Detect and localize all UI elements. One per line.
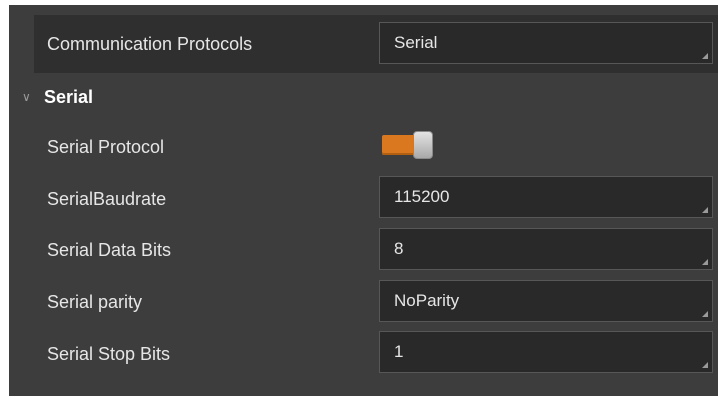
serial-stop-bits-select[interactable]: 1 bbox=[379, 331, 713, 373]
serial-baudrate-label: SerialBaudrate bbox=[47, 189, 167, 209]
serial-parity-select[interactable]: NoParity bbox=[379, 280, 713, 322]
chevron-down-icon: ∨ bbox=[22, 90, 31, 104]
serial-section-header[interactable]: ∨ Serial bbox=[22, 87, 93, 107]
serial-baudrate-input[interactable]: 115200 bbox=[379, 176, 713, 218]
serial-parity-value: NoParity bbox=[394, 291, 460, 310]
communication-protocols-label: Communication Protocols bbox=[47, 34, 253, 54]
dropdown-grip-icon bbox=[702, 362, 708, 368]
resize-grip-icon bbox=[702, 259, 708, 265]
serial-stop-bits-label: Serial Stop Bits bbox=[47, 344, 171, 364]
serial-data-bits-input[interactable]: 8 bbox=[379, 228, 713, 270]
communication-protocols-value: Serial bbox=[394, 33, 438, 52]
dropdown-grip-icon bbox=[702, 53, 708, 59]
toggle-knob bbox=[413, 131, 433, 159]
serial-stop-bits-value: 1 bbox=[394, 342, 404, 361]
communication-protocols-select[interactable]: Serial bbox=[379, 22, 713, 64]
serial-parity-label: Serial parity bbox=[47, 292, 143, 312]
dropdown-grip-icon bbox=[702, 311, 708, 317]
serial-protocol-label: Serial Protocol bbox=[47, 137, 165, 157]
serial-protocol-toggle[interactable] bbox=[382, 130, 434, 160]
serial-section-title: Serial bbox=[44, 87, 94, 107]
serial-data-bits-value: 8 bbox=[394, 239, 404, 258]
serial-data-bits-label: Serial Data Bits bbox=[47, 240, 172, 260]
resize-grip-icon bbox=[702, 207, 708, 213]
serial-baudrate-value: 115200 bbox=[394, 187, 450, 206]
